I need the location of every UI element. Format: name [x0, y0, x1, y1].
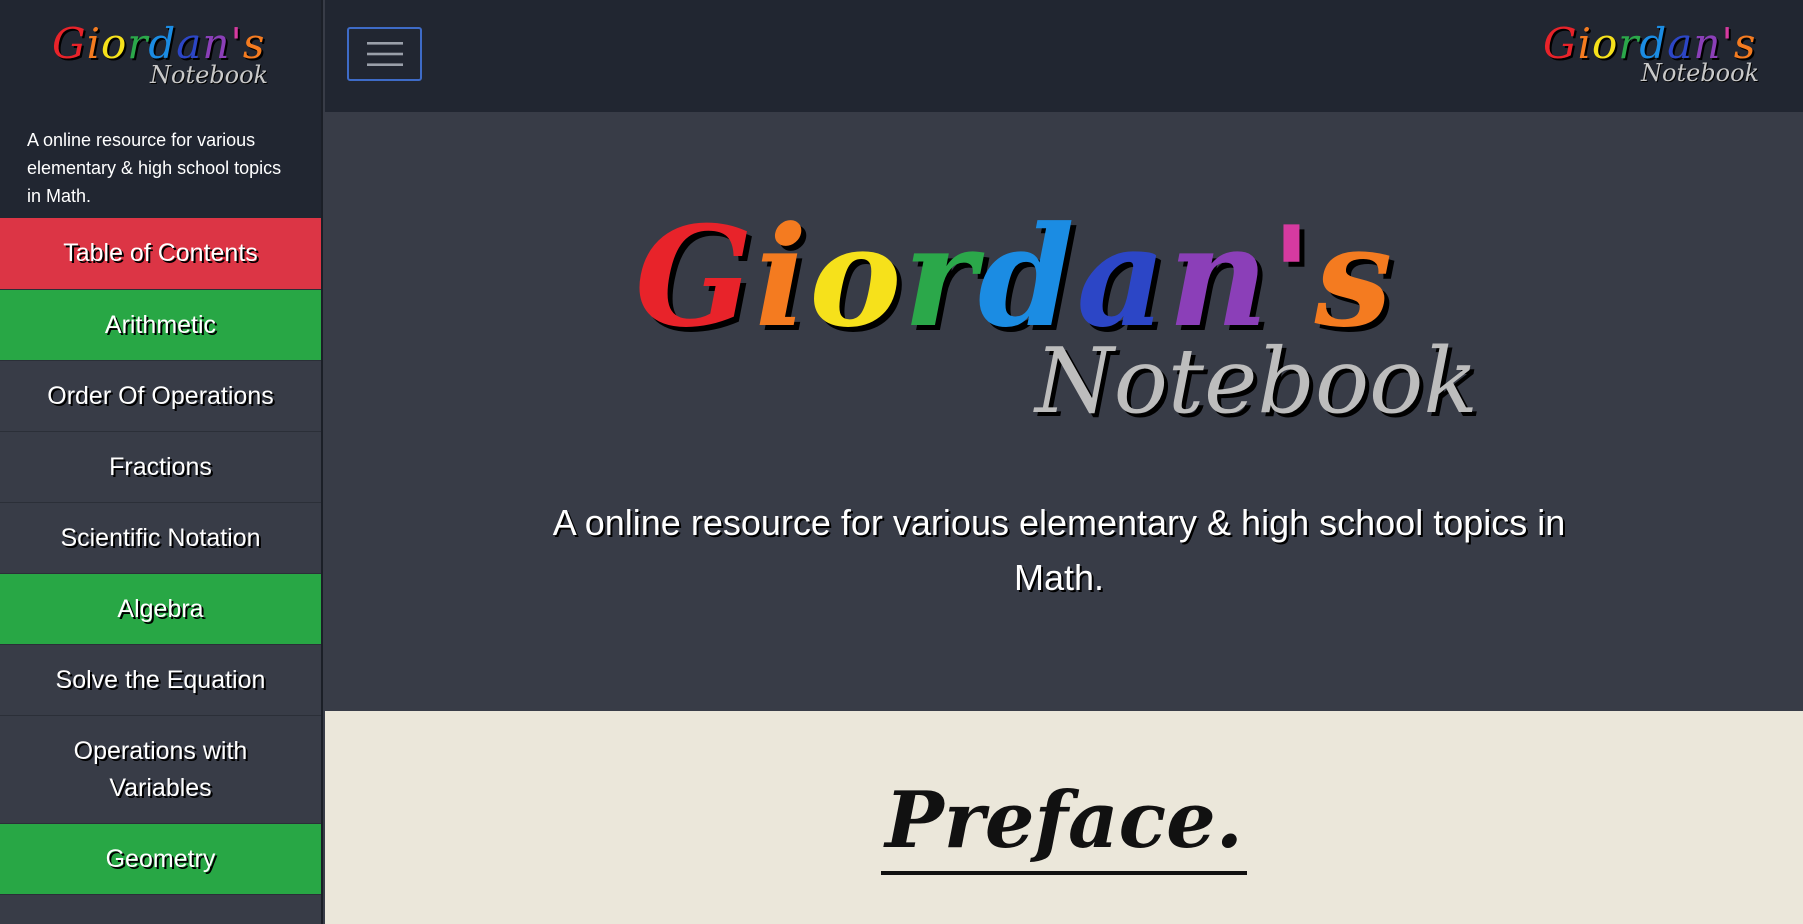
logo-letter: o — [809, 195, 904, 358]
sidebar-item-algebra[interactable]: Algebra — [0, 574, 321, 645]
hero-logo: Giordan's Notebook — [635, 202, 1515, 442]
preface-heading-wrap: Preface. — [325, 771, 1803, 875]
sidebar-item-label: Fractions — [109, 452, 212, 481]
sidebar-item-geometry[interactable]: Geometry — [0, 824, 321, 895]
sidebar-item-label: Arithmetic — [104, 310, 217, 339]
logo-letter: G — [52, 19, 87, 68]
sidebar-item-label: Scientific Notation — [60, 523, 261, 552]
preface-title: Preface. — [881, 771, 1247, 875]
sidebar-item-label: Geometry — [105, 844, 216, 873]
sidebar-item-scientific-notation[interactable]: Scientific Notation — [0, 503, 321, 574]
logo-letter: i — [1577, 19, 1592, 68]
sidebar-tagline: A online resource for various elementary… — [27, 130, 282, 206]
sidebar-item-label: Operations with Variables — [73, 736, 248, 802]
sidebar-item-fractions[interactable]: Fractions — [0, 432, 321, 503]
hamburger-menu-icon — [366, 42, 403, 66]
logo-letter: r — [903, 195, 979, 358]
logo-subtitle: Notebook — [1641, 59, 1760, 87]
sidebar-header: Giordan's Notebook A online resource for… — [0, 0, 321, 218]
logo-letter: i — [754, 195, 810, 358]
logo-subtitle: Notebook — [1035, 329, 1478, 434]
logo-letter: o — [101, 19, 128, 68]
logo-letter: o — [1592, 19, 1619, 68]
logo-subtitle: Notebook — [150, 61, 269, 89]
top-navbar: Giordan's Notebook — [325, 0, 1803, 112]
sidebar-item-operations-with-variables[interactable]: Operations with Variables — [0, 716, 321, 824]
hero-section: Giordan's Notebook A online resource for… — [325, 112, 1803, 711]
sidebar-item-table-of-contents[interactable]: Table of Contents — [0, 218, 321, 290]
sidebar-item-order-of-operations[interactable]: Order Of Operations — [0, 361, 321, 432]
sidebar-nav: Table of Contents Arithmetic Order Of Oper… — [0, 218, 321, 895]
logo-letter: i — [86, 19, 101, 68]
hero-tagline: A online resource for various elementary… — [552, 502, 1566, 598]
logo-letter: G — [635, 195, 755, 358]
sidebar-item-label: Solve the Equation — [55, 665, 266, 694]
sidebar: Giordan's Notebook A online resource for… — [0, 0, 323, 924]
sidebar-item-solve-the-equation[interactable]: Solve the Equation — [0, 645, 321, 716]
logo-letter: r — [127, 19, 149, 68]
header-logo[interactable]: Giordan's Notebook — [1543, 22, 1763, 92]
sidebar-item-arithmetic[interactable]: Arithmetic — [0, 290, 321, 361]
sidebar-logo[interactable]: Giordan's Notebook — [0, 22, 321, 92]
sidebar-item-label: Table of Contents — [63, 239, 258, 267]
logo-brand-word: Giordan's — [52, 22, 265, 66]
main-content: Preface. — [325, 711, 1803, 924]
logo-letter: G — [1543, 19, 1578, 68]
logo-letter: r — [1618, 19, 1640, 68]
sidebar-item-label: Algebra — [117, 594, 204, 623]
sidebar-item-label: Order Of Operations — [47, 381, 274, 410]
menu-toggle-button[interactable] — [347, 27, 422, 81]
